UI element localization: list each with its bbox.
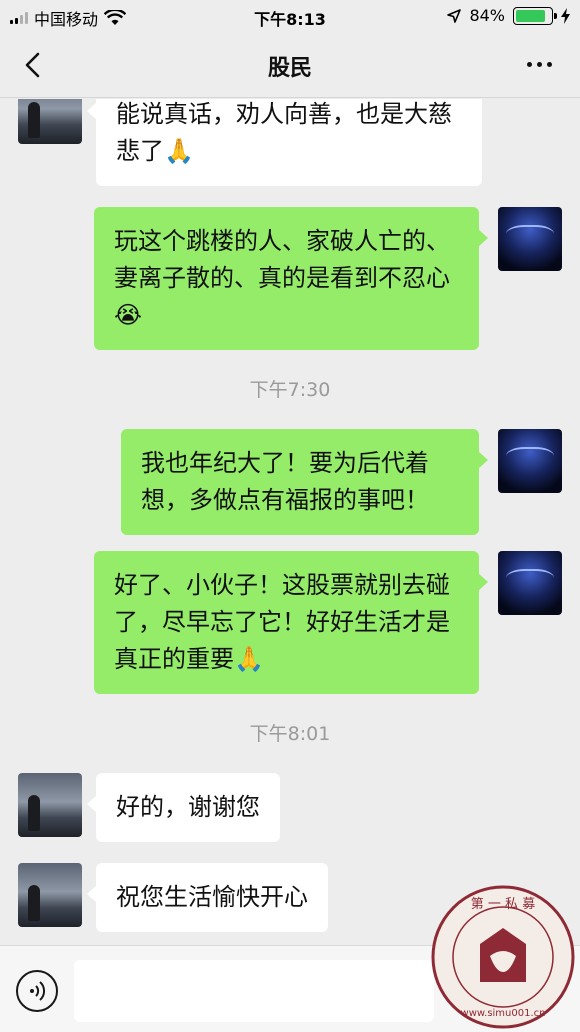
more-dots-icon[interactable] bbox=[527, 62, 552, 67]
voice-input-icon[interactable] bbox=[16, 970, 58, 1012]
svg-text:第 一 私 募: 第 一 私 募 bbox=[471, 897, 535, 912]
avatar[interactable] bbox=[498, 207, 562, 271]
chat-title: 股民 bbox=[267, 56, 312, 81]
message-input[interactable] bbox=[74, 960, 434, 1022]
svg-text:www.simu001.cn: www.simu001.cn bbox=[461, 1008, 546, 1019]
voice-wave-icon bbox=[30, 981, 46, 1001]
message-bubble-received[interactable]: 好的，谢谢您 bbox=[87, 773, 280, 842]
message-bubble-received[interactable]: 祝您生活愉快开心 bbox=[87, 863, 328, 932]
charging-bolt-icon bbox=[561, 7, 570, 24]
message-bubble-sent[interactable]: 好了、小伙子！这股票就别去碰了，尽早忘了它！好好生活才是真正的重要🙏 bbox=[94, 551, 488, 694]
watermark-logo: 第 一 私 募 www.simu001.cn bbox=[431, 885, 575, 1029]
chat-area[interactable]: 能说真话，劝人向善，也是大慈悲了🙏 玩这个跳楼的人、家破人亡的、妻离子散的、真的… bbox=[0, 99, 580, 945]
message-timestamp: 下午7:30 bbox=[249, 379, 331, 401]
message-bubble-sent[interactable]: 我也年纪大了！要为后代着想，多做点有福报的事吧！ bbox=[121, 429, 488, 535]
message-timestamp: 下午8:01 bbox=[249, 723, 331, 745]
nav-bar: 股民 bbox=[0, 32, 580, 98]
message-bubble-received[interactable]: 能说真话，劝人向善，也是大慈悲了🙏 bbox=[87, 99, 482, 186]
avatar[interactable] bbox=[498, 551, 562, 615]
avatar[interactable] bbox=[18, 99, 82, 144]
battery-icon bbox=[513, 6, 557, 25]
status-bar: 中国移动 下午8:13 84% bbox=[0, 0, 580, 32]
message-bubble-sent[interactable]: 玩这个跳楼的人、家破人亡的、妻离子散的、真的是看到不忍心😭 bbox=[94, 207, 488, 350]
avatar[interactable] bbox=[18, 773, 82, 837]
battery-fill bbox=[516, 9, 545, 22]
location-arrow-icon bbox=[447, 8, 462, 23]
battery-percent: 84% bbox=[469, 6, 505, 25]
status-bar-right: 84% bbox=[447, 6, 570, 25]
avatar[interactable] bbox=[18, 863, 82, 927]
avatar[interactable] bbox=[498, 429, 562, 493]
